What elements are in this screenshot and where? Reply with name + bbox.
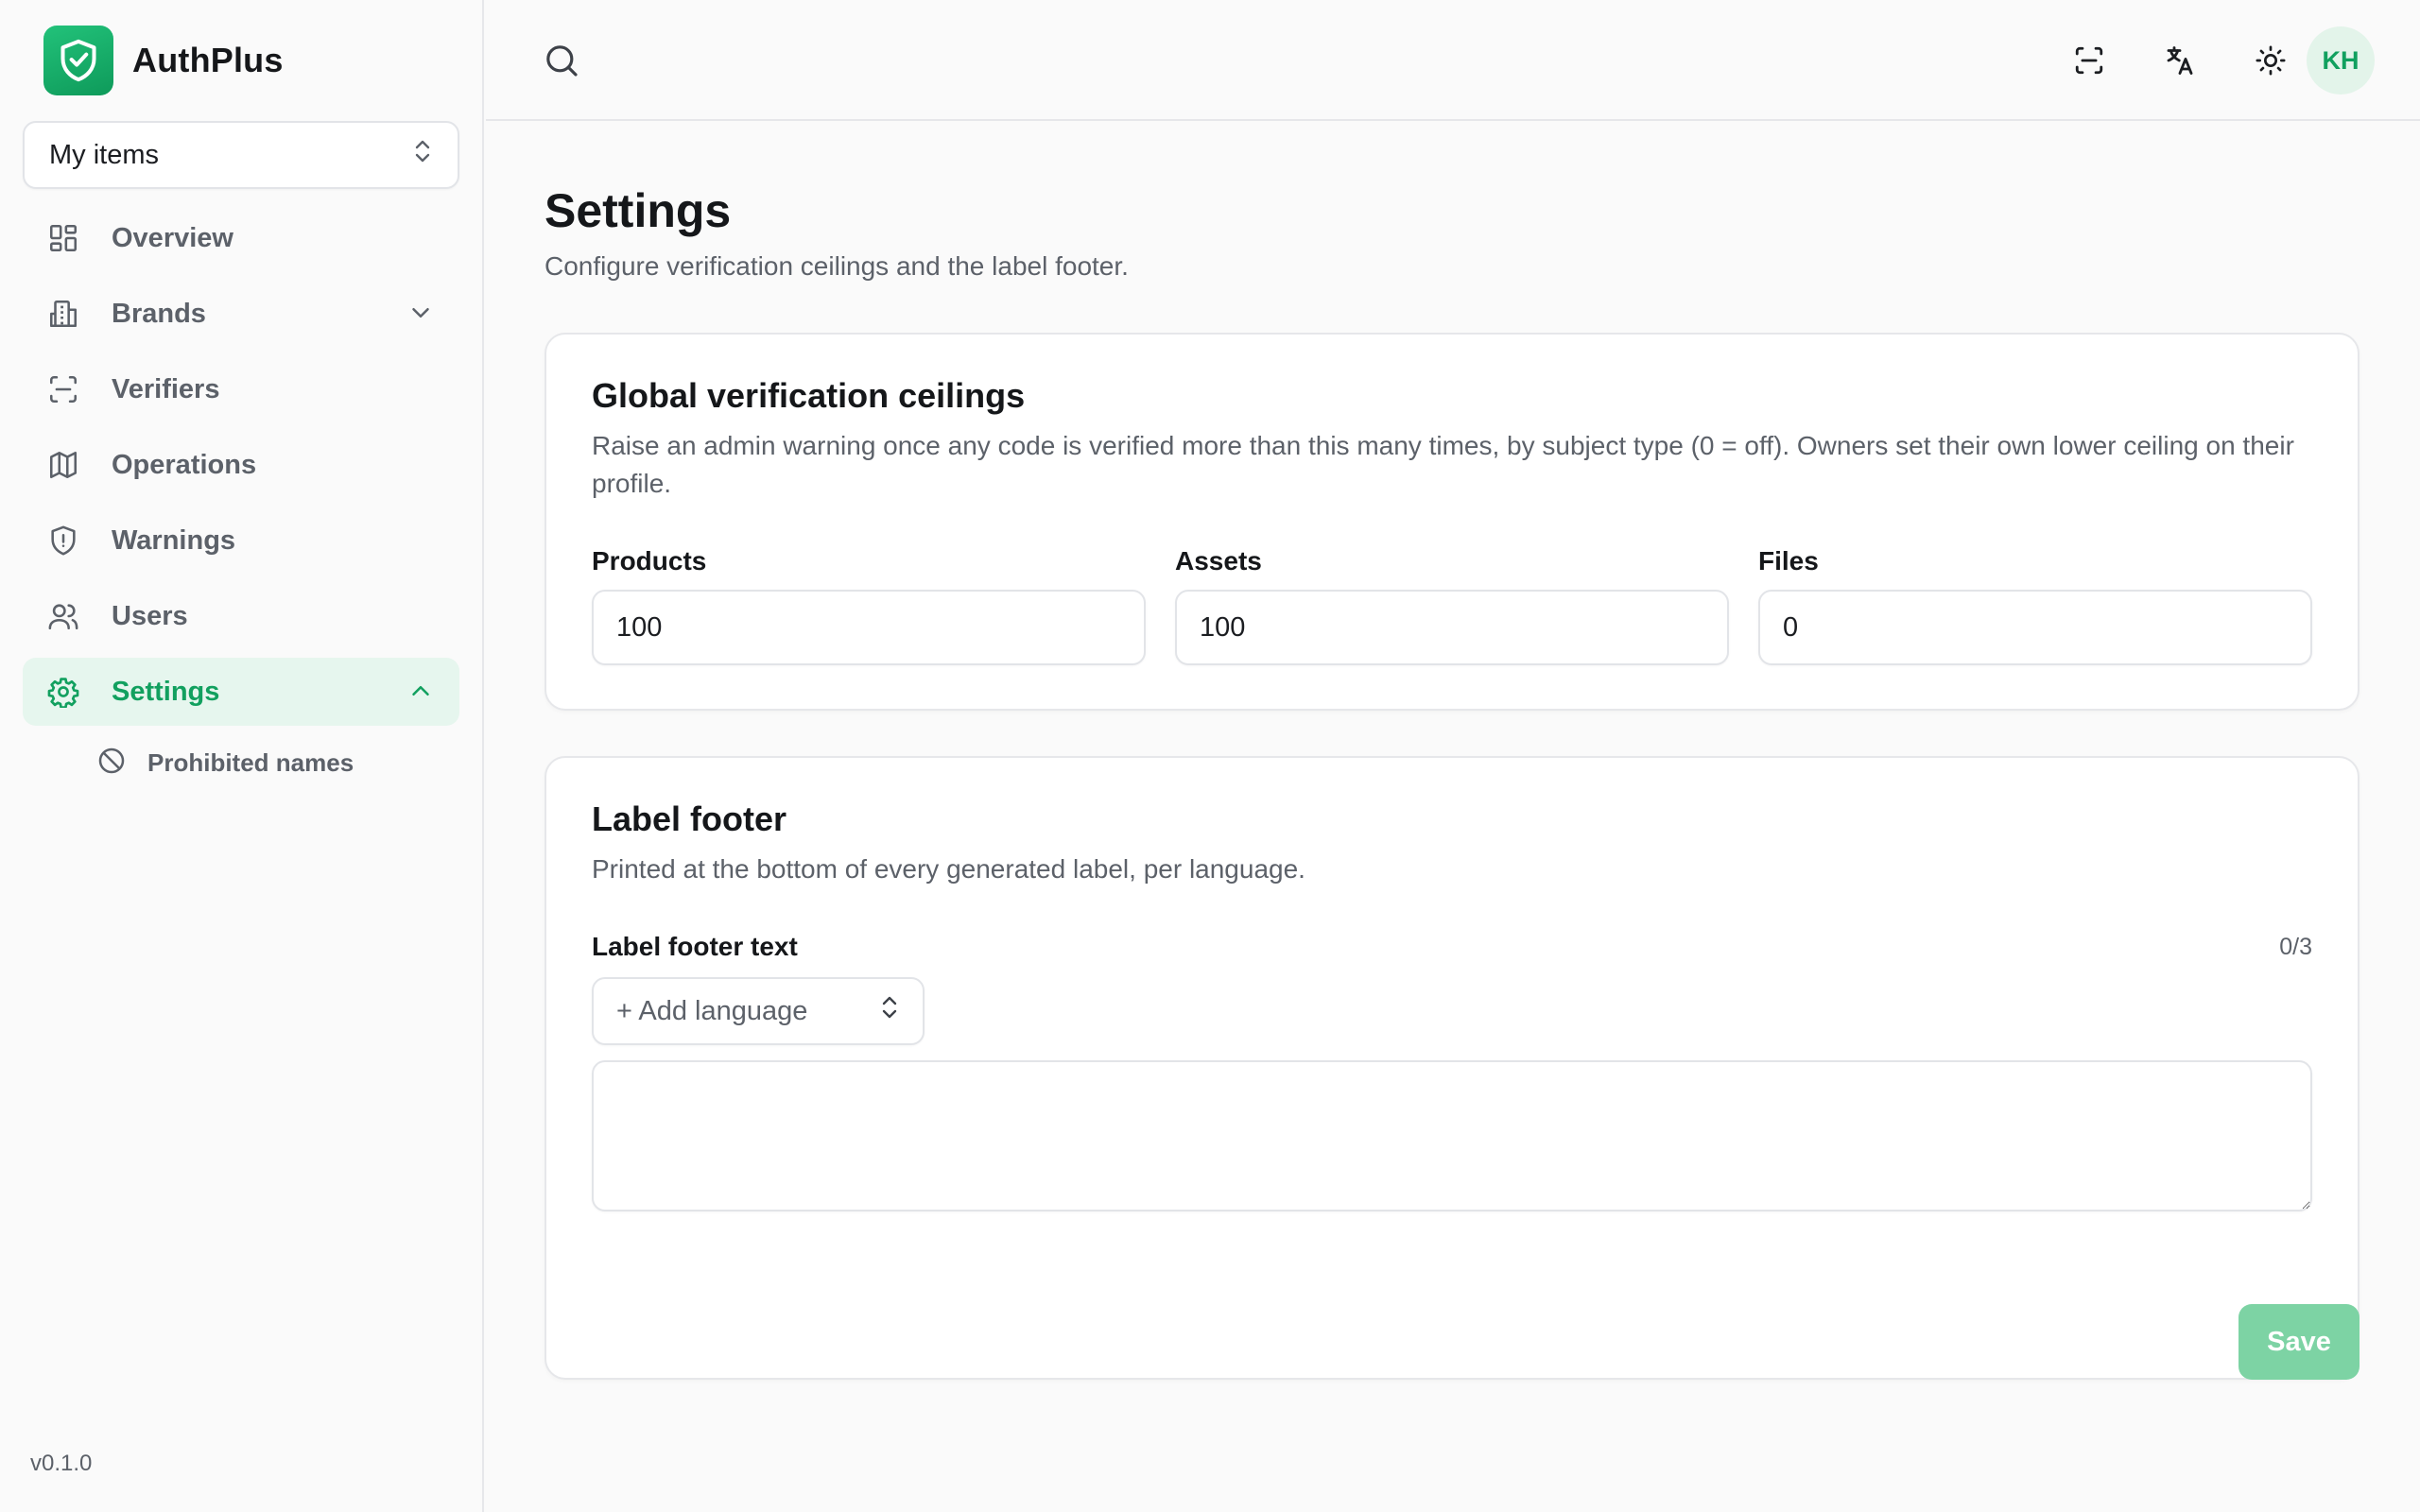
verification-ceilings-card: Global verification ceilings Raise an ad… bbox=[544, 333, 2360, 711]
ban-icon bbox=[96, 746, 127, 781]
sidebar-item-operations[interactable]: Operations bbox=[23, 431, 459, 499]
label-footer-card: Label footer Printed at the bottom of ev… bbox=[544, 756, 2360, 1380]
building-icon bbox=[45, 296, 81, 332]
card-description: Printed at the bottom of every generated… bbox=[592, 854, 1305, 884]
sidebar-item-label: Overview bbox=[112, 222, 233, 253]
products-ceiling-input[interactable] bbox=[592, 590, 1146, 665]
shield-check-logo-icon bbox=[43, 26, 113, 95]
language-counter: 0/3 bbox=[2279, 934, 2312, 960]
save-button[interactable]: Save bbox=[2238, 1304, 2360, 1380]
sidebar-item-label: Warnings bbox=[112, 524, 236, 556]
sun-icon[interactable] bbox=[2252, 42, 2290, 79]
label-footer-text-label: Label footer text bbox=[592, 932, 798, 961]
chevron-up-down-icon bbox=[412, 137, 433, 173]
sidebar-item-users[interactable]: Users bbox=[23, 582, 459, 650]
sidebar-item-verifiers[interactable]: Verifiers bbox=[23, 355, 459, 423]
chevron-up-down-icon bbox=[879, 993, 900, 1029]
brand[interactable]: AuthPlus bbox=[43, 26, 284, 95]
page-title: Settings bbox=[544, 184, 732, 237]
grid-icon bbox=[45, 220, 81, 256]
sidebar-item-brands[interactable]: Brands bbox=[23, 280, 459, 348]
translate-icon[interactable] bbox=[2161, 42, 2199, 79]
sidebar-subitem-prohibited-names[interactable]: Prohibited names bbox=[23, 733, 459, 792]
sidebar-subitem-label: Prohibited names bbox=[147, 747, 354, 777]
card-title: Label footer bbox=[592, 799, 787, 838]
workspace-label: My items bbox=[49, 139, 159, 170]
chevron-up-icon bbox=[406, 677, 435, 710]
sidebar-item-label: Operations bbox=[112, 449, 257, 480]
sidebar-item-label: Brands bbox=[112, 298, 206, 329]
scan-icon[interactable] bbox=[2070, 42, 2108, 79]
files-label: Files bbox=[1758, 546, 1819, 576]
shield-alert-icon bbox=[45, 523, 81, 558]
sidebar-nav: Overview Brands Verifiers Operations War… bbox=[23, 204, 459, 792]
files-ceiling-input[interactable] bbox=[1758, 590, 2312, 665]
add-language-select[interactable]: + Add language bbox=[592, 977, 925, 1045]
add-language-label: + Add language bbox=[616, 995, 808, 1026]
sidebar-item-settings[interactable]: Settings bbox=[23, 658, 459, 726]
assets-ceiling-input[interactable] bbox=[1175, 590, 1729, 665]
map-icon bbox=[45, 447, 81, 483]
sidebar-item-label: Settings bbox=[112, 676, 220, 707]
card-title: Global verification ceilings bbox=[592, 376, 1026, 415]
search-icon[interactable] bbox=[543, 42, 580, 84]
sidebar-item-label: Verifiers bbox=[112, 373, 220, 404]
users-icon bbox=[45, 598, 81, 634]
workspace-selector[interactable]: My items bbox=[23, 121, 459, 189]
app-version: v0.1.0 bbox=[30, 1451, 93, 1476]
products-label: Products bbox=[592, 546, 707, 576]
sidebar-item-warnings[interactable]: Warnings bbox=[23, 507, 459, 575]
page-subtitle: Configure verification ceilings and the … bbox=[544, 251, 1129, 281]
topbar: KH bbox=[486, 0, 2420, 121]
app-name: AuthPlus bbox=[132, 41, 284, 79]
sidebar-item-overview[interactable]: Overview bbox=[23, 204, 459, 272]
assets-label: Assets bbox=[1175, 546, 1262, 576]
gear-icon bbox=[45, 674, 81, 710]
chevron-down-icon bbox=[406, 299, 435, 332]
scan-icon bbox=[45, 371, 81, 407]
sidebar: AuthPlus My items Overview Brands Verifi… bbox=[0, 0, 484, 1512]
sidebar-item-label: Users bbox=[112, 600, 188, 631]
avatar[interactable]: KH bbox=[2307, 26, 2375, 94]
label-footer-textarea[interactable] bbox=[592, 1060, 2312, 1211]
card-description: Raise an admin warning once any code is … bbox=[592, 431, 2294, 498]
